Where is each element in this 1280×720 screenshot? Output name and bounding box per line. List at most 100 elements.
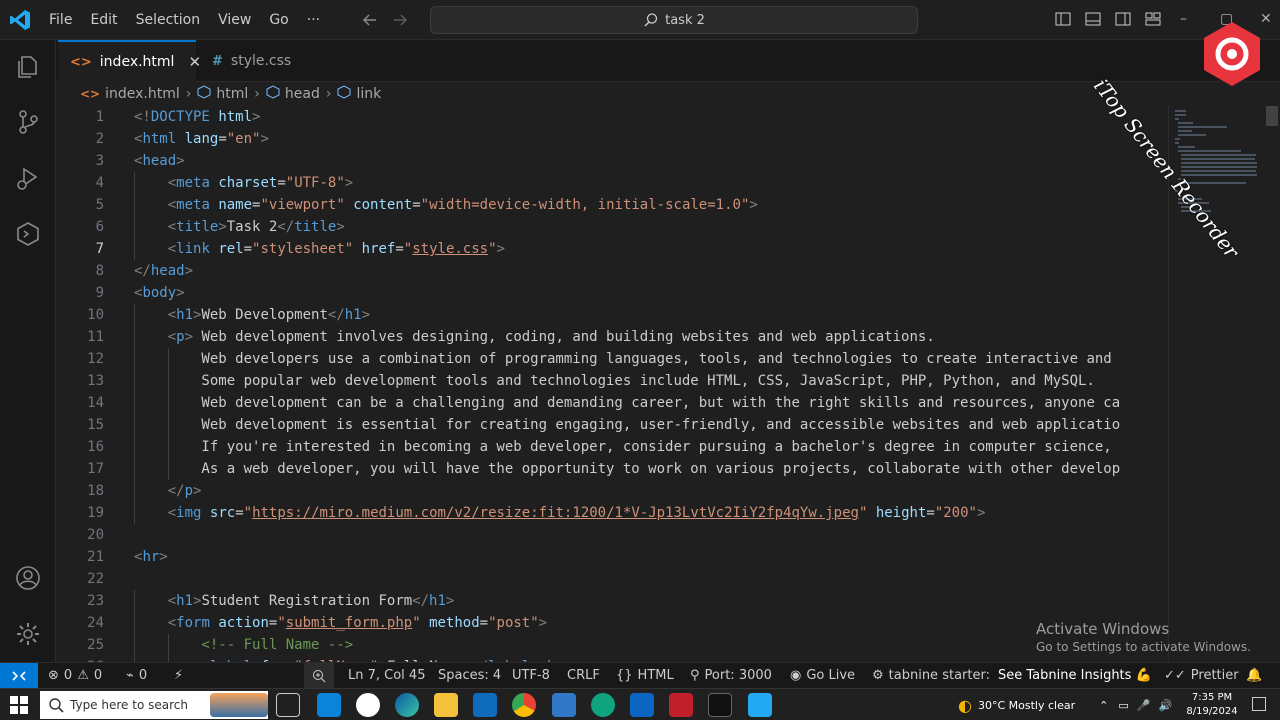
activate-subtitle: Go to Settings to activate Windows.: [1036, 640, 1251, 654]
code-line[interactable]: 4 <meta charset="UTF-8">: [56, 172, 1168, 194]
vscode-logo-icon[interactable]: [8, 8, 32, 32]
menu-selection[interactable]: Selection: [127, 12, 210, 28]
code-line[interactable]: 22: [56, 568, 1168, 590]
tabnine-insights-link[interactable]: See Tabnine Insights 💪: [998, 663, 1152, 689]
vscode-taskbar-icon[interactable]: [748, 693, 772, 717]
menu-go[interactable]: Go: [260, 12, 297, 28]
terminal-icon[interactable]: [708, 693, 732, 717]
end-of-line[interactable]: CRLF: [567, 663, 600, 689]
weather-text[interactable]: 30°C Mostly clear: [978, 699, 1075, 712]
code-line[interactable]: 12 Web developers use a combination of p…: [56, 348, 1168, 370]
code-line[interactable]: 2 <html lang="en">: [56, 128, 1168, 150]
tab-style-css[interactable]: # style.css: [200, 40, 320, 82]
task-view-icon[interactable]: [276, 693, 300, 717]
chrome-icon[interactable]: [512, 693, 536, 717]
settings-gear-icon[interactable]: [14, 620, 42, 648]
taskbar-clock[interactable]: 7:35 PM 8/19/2024: [1184, 691, 1240, 719]
code-line[interactable]: 17 As a web developer, you will have the…: [56, 458, 1168, 480]
run-debug-icon[interactable]: [14, 164, 42, 192]
file-explorer-icon[interactable]: [434, 693, 458, 717]
code-editor[interactable]: 1 <!DOCTYPE html> 2 <html lang="en"> 3 <head>…: [56, 106, 1168, 662]
notifications-bell-icon[interactable]: 🔔: [1246, 663, 1262, 689]
linkedin-icon[interactable]: [630, 693, 654, 717]
menu-more[interactable]: ···: [298, 12, 329, 28]
source-control-icon[interactable]: [14, 108, 42, 136]
arrow-right-icon[interactable]: [390, 10, 410, 30]
toggle-primary-sidebar-icon[interactable]: [1054, 10, 1072, 28]
code-line[interactable]: 23 <h1>Student Registration Form</h1>: [56, 590, 1168, 612]
chevron-right-icon: ›: [325, 86, 332, 102]
network-icon[interactable]: ▭: [1118, 699, 1128, 712]
remote-explorer-icon[interactable]: [14, 220, 42, 248]
tab-index-html[interactable]: <> index.html ✕: [58, 40, 201, 82]
customize-layout-icon[interactable]: [1144, 10, 1162, 28]
search-highlight-image[interactable]: [210, 693, 268, 717]
toggle-panel-icon[interactable]: [1084, 10, 1102, 28]
cursor-position[interactable]: Ln 7, Col 45: [348, 663, 425, 689]
volume-icon[interactable]: 🔊: [1158, 699, 1172, 712]
language-mode[interactable]: {} HTML: [616, 663, 674, 689]
code-line[interactable]: 24 <form action="submit_form.php" method…: [56, 612, 1168, 634]
tray-chevron-icon[interactable]: ⌃: [1099, 699, 1108, 712]
breadcrumb-head[interactable]: head: [266, 85, 320, 103]
menu-file[interactable]: File: [40, 12, 81, 28]
encoding[interactable]: UTF-8: [512, 663, 550, 689]
ports-indicator[interactable]: ⌁ 0: [126, 663, 147, 689]
editor-scrollbar[interactable]: [1266, 106, 1278, 126]
command-center-search[interactable]: task 2: [430, 6, 918, 34]
arrow-left-icon[interactable]: [360, 10, 380, 30]
prettier-status[interactable]: ✓✓ Prettier: [1164, 663, 1239, 689]
go-live-button[interactable]: ◉ Go Live: [790, 663, 855, 689]
weather-icon[interactable]: ◐: [958, 696, 972, 715]
windows-start-icon[interactable]: [10, 696, 28, 714]
code-line[interactable]: 10 <h1>Web Development</h1>: [56, 304, 1168, 326]
screen-recorder-app-icon[interactable]: [669, 693, 693, 717]
code-line[interactable]: 7 <link rel="stylesheet" href="style.css…: [56, 238, 1168, 260]
minimize-icon[interactable]: –: [1180, 10, 1194, 28]
mail-icon[interactable]: [473, 693, 497, 717]
code-line[interactable]: 18 </p>: [56, 480, 1168, 502]
edge-browser-icon[interactable]: [395, 693, 419, 717]
code-line[interactable]: 21 <hr>: [56, 546, 1168, 568]
breadcrumb-html[interactable]: html: [197, 85, 248, 103]
code-line[interactable]: 14 Web development can be a challenging …: [56, 392, 1168, 414]
notification-center-icon[interactable]: [1252, 697, 1266, 711]
live-server-port[interactable]: ⚲ Port: 3000: [690, 663, 772, 689]
code-line[interactable]: 15 Web development is essential for crea…: [56, 414, 1168, 436]
menu-view[interactable]: View: [209, 12, 260, 28]
code-line[interactable]: 16 If you're interested in becoming a we…: [56, 436, 1168, 458]
zoom-indicator[interactable]: [304, 663, 334, 689]
breadcrumb: <> index.html › html › head › link: [56, 82, 1166, 106]
microsoft-store-icon[interactable]: [317, 693, 341, 717]
indent-guide: [134, 392, 135, 414]
line-number: 23: [87, 593, 104, 609]
remote-indicator[interactable]: [0, 663, 38, 689]
microphone-icon[interactable]: 🎤: [1137, 699, 1151, 712]
problems-indicator[interactable]: ⊗ 0 ⚠ 0: [48, 663, 102, 689]
code-line[interactable]: 5 <meta name="viewport" content="width=d…: [56, 194, 1168, 216]
live-share-indicator[interactable]: ⚡: [174, 663, 183, 689]
code-line[interactable]: 20: [56, 524, 1168, 546]
code-line[interactable]: 9 <body>: [56, 282, 1168, 304]
code-line[interactable]: 6 <title>Task 2</title>: [56, 216, 1168, 238]
toggle-secondary-sidebar-icon[interactable]: [1114, 10, 1132, 28]
code-line[interactable]: 25 <!-- Full Name -->: [56, 634, 1168, 656]
code-line[interactable]: 11 <p> Web development involves designin…: [56, 326, 1168, 348]
tabnine-status[interactable]: ⚙ tabnine starter:: [872, 663, 990, 689]
github-icon[interactable]: [356, 693, 380, 717]
status-bar: ⊗ 0 ⚠ 0 ⌁ 0 ⚡ Ln 7, Col 45 Spaces: 4 UTF-8 …: [0, 662, 1280, 689]
code-text: <h1>Student Registration Form</h1>: [167, 593, 455, 609]
typescript-icon[interactable]: [552, 693, 576, 717]
code-line[interactable]: 19 <img src="https://miro.medium.com/v2/…: [56, 502, 1168, 524]
breadcrumb-link[interactable]: link: [337, 85, 381, 103]
code-line[interactable]: 1 <!DOCTYPE html>: [56, 106, 1168, 128]
code-line[interactable]: 3 <head>: [56, 150, 1168, 172]
code-line[interactable]: 8 </head>: [56, 260, 1168, 282]
account-icon[interactable]: [14, 564, 42, 592]
breadcrumb-file[interactable]: <> index.html: [80, 86, 180, 102]
chatgpt-icon[interactable]: [591, 693, 615, 717]
explorer-icon[interactable]: [14, 52, 42, 80]
menu-edit[interactable]: Edit: [81, 12, 126, 28]
indentation[interactable]: Spaces: 4: [438, 663, 501, 689]
code-line[interactable]: 13 Some popular web development tools an…: [56, 370, 1168, 392]
